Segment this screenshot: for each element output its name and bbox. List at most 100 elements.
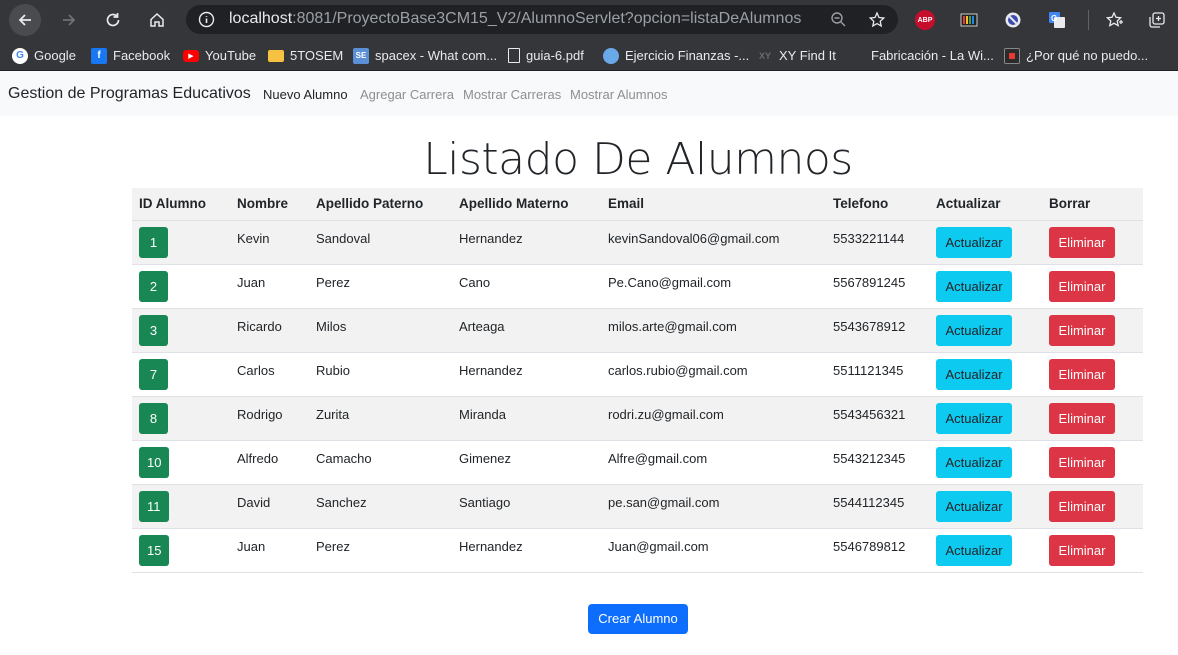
- bookmark-porque[interactable]: ¿Por qué no puedo...: [1004, 45, 1148, 66]
- table-row: 11 David Sanchez Santiago pe.san@gmail.com 55…: [132, 484, 1143, 529]
- update-button[interactable]: Actualizar: [936, 314, 1012, 346]
- file-icon: [508, 48, 520, 63]
- nav-link-agregar-carrera[interactable]: Agregar Carrera: [360, 87, 454, 102]
- extension-button-2[interactable]: [1002, 9, 1024, 31]
- bookmark-xyfindit[interactable]: XY XY Find It: [757, 45, 836, 66]
- update-button[interactable]: Actualizar: [936, 490, 1012, 522]
- column-header-id: ID Alumno: [132, 188, 230, 221]
- cell-apellido-materno: Hernandez: [452, 528, 601, 573]
- delete-button[interactable]: Eliminar: [1049, 270, 1115, 302]
- cell-nombre: Juan: [230, 264, 309, 309]
- back-button[interactable]: [9, 4, 41, 36]
- cell-apellido-paterno: Perez: [309, 528, 452, 573]
- reload-button[interactable]: [97, 4, 129, 36]
- cell-email: rodri.zu@gmail.com: [601, 396, 826, 441]
- update-button[interactable]: Actualizar: [936, 270, 1012, 302]
- bookmark-label: Facebook: [113, 48, 171, 63]
- zoom-icon[interactable]: [830, 11, 847, 28]
- bookmark-spacex[interactable]: SE spacex - What com...: [353, 45, 497, 66]
- bookmark-fabricacion[interactable]: Fabricación - La Wi...: [871, 45, 994, 66]
- forward-button[interactable]: [53, 4, 85, 36]
- cell-apellido-materno: Hernandez: [452, 352, 601, 397]
- cell-email: Pe.Cano@gmail.com: [601, 264, 826, 309]
- cell-id: 8: [132, 396, 230, 441]
- cell-borrar: Eliminar: [1042, 220, 1143, 265]
- student-id-badge[interactable]: 3: [139, 314, 168, 346]
- favorites-button[interactable]: [1104, 9, 1126, 31]
- collections-button[interactable]: [1146, 9, 1168, 31]
- student-id-badge[interactable]: 15: [139, 534, 170, 566]
- bookmark-facebook[interactable]: f Facebook: [91, 45, 170, 66]
- cell-email: Juan@gmail.com: [601, 528, 826, 573]
- delete-button[interactable]: Eliminar: [1049, 534, 1115, 566]
- cell-borrar: Eliminar: [1042, 440, 1143, 485]
- cell-apellido-materno: Arteaga: [452, 308, 601, 353]
- cell-id: 15: [132, 528, 230, 573]
- page-title: Listado De Alumnos: [423, 134, 853, 185]
- update-button[interactable]: Actualizar: [936, 226, 1012, 258]
- cell-apellido-paterno: Sanchez: [309, 484, 452, 529]
- url-host: localhost: [229, 10, 293, 27]
- bookmark-ejercicio[interactable]: Ejercicio Finanzas -...: [603, 45, 749, 66]
- table-row: 1 Kevin Sandoval Hernandez kevinSandoval06@g…: [132, 220, 1143, 265]
- adblock-extension-button[interactable]: ABP: [914, 9, 936, 31]
- bookmark-google[interactable]: G Google: [12, 45, 76, 66]
- bookmark-5tosem[interactable]: 5TOSEM: [268, 45, 343, 66]
- delete-button[interactable]: Eliminar: [1049, 402, 1115, 434]
- student-id-badge[interactable]: 2: [139, 270, 168, 302]
- cell-telefono: 5543456321: [826, 396, 929, 441]
- update-button[interactable]: Actualizar: [936, 402, 1012, 434]
- column-header-borrar: Borrar: [1042, 188, 1143, 221]
- cell-apellido-paterno: Perez: [309, 264, 452, 309]
- nav-link-nuevo-alumno[interactable]: Nuevo Alumno: [263, 87, 348, 102]
- translate-extension-button[interactable]: G: [1046, 9, 1068, 31]
- cell-apellido-paterno: Camacho: [309, 440, 452, 485]
- cell-actualizar: Actualizar: [929, 264, 1042, 309]
- bookmark-label: Google: [34, 48, 76, 63]
- student-id-badge[interactable]: 1: [139, 226, 168, 258]
- delete-button[interactable]: Eliminar: [1049, 490, 1115, 522]
- delete-button[interactable]: Eliminar: [1049, 226, 1115, 258]
- cell-id: 7: [132, 352, 230, 397]
- update-button[interactable]: Actualizar: [936, 534, 1012, 566]
- adblock-icon: ABP: [915, 10, 935, 30]
- cell-nombre: Kevin: [230, 220, 309, 265]
- bookmark-youtube[interactable]: ▶ YouTube: [183, 45, 256, 66]
- student-id-badge[interactable]: 7: [139, 358, 168, 390]
- app-navbar: Gestion de Programas Educativos Nuevo Al…: [0, 71, 1178, 116]
- browser-toolbar: localhost:8081/ProyectoBase3CM15_V2/Alum…: [0, 0, 1178, 40]
- cell-actualizar: Actualizar: [929, 308, 1042, 353]
- navbar-brand[interactable]: Gestion de Programas Educativos: [8, 85, 251, 103]
- back-arrow-icon: [18, 14, 31, 26]
- home-icon: [150, 12, 164, 27]
- bookmark-star-icon[interactable]: [868, 11, 886, 29]
- table-header-row: ID Alumno Nombre Apellido Paterno Apelli…: [132, 188, 1143, 221]
- nav-link-mostrar-alumnos[interactable]: Mostrar Alumnos: [570, 87, 668, 102]
- student-id-badge[interactable]: 11: [139, 490, 169, 522]
- delete-button[interactable]: Eliminar: [1049, 446, 1115, 478]
- column-header-apellido-paterno: Apellido Paterno: [309, 188, 452, 221]
- update-button[interactable]: Actualizar: [936, 358, 1012, 390]
- url-text: localhost:8081/ProyectoBase3CM15_V2/Alum…: [229, 10, 801, 28]
- update-button[interactable]: Actualizar: [936, 446, 1012, 478]
- bookmark-label: guia-6.pdf: [526, 48, 584, 63]
- student-id-badge[interactable]: 8: [139, 402, 168, 434]
- bookmark-label: spacex - What com...: [375, 48, 498, 63]
- nav-link-mostrar-carreras[interactable]: Mostrar Carreras: [463, 87, 561, 102]
- cell-telefono: 5543212345: [826, 440, 929, 485]
- cell-borrar: Eliminar: [1042, 484, 1143, 529]
- cell-email: Alfre@gmail.com: [601, 440, 826, 485]
- bookmark-label: ¿Por qué no puedo...: [1026, 48, 1149, 63]
- delete-button[interactable]: Eliminar: [1049, 358, 1115, 390]
- student-id-badge[interactable]: 10: [139, 446, 170, 478]
- cell-telefono: 5544112345: [826, 484, 929, 529]
- favorites-star-icon: [1106, 11, 1123, 27]
- bookmark-guia[interactable]: guia-6.pdf: [508, 45, 584, 66]
- address-bar[interactable]: localhost:8081/ProyectoBase3CM15_V2/Alum…: [186, 5, 898, 34]
- info-icon[interactable]: [198, 11, 215, 28]
- create-student-button[interactable]: Crear Alumno: [588, 604, 688, 634]
- home-button[interactable]: [141, 4, 173, 36]
- extension-button-1[interactable]: [958, 9, 980, 31]
- cell-borrar: Eliminar: [1042, 396, 1143, 441]
- delete-button[interactable]: Eliminar: [1049, 314, 1115, 346]
